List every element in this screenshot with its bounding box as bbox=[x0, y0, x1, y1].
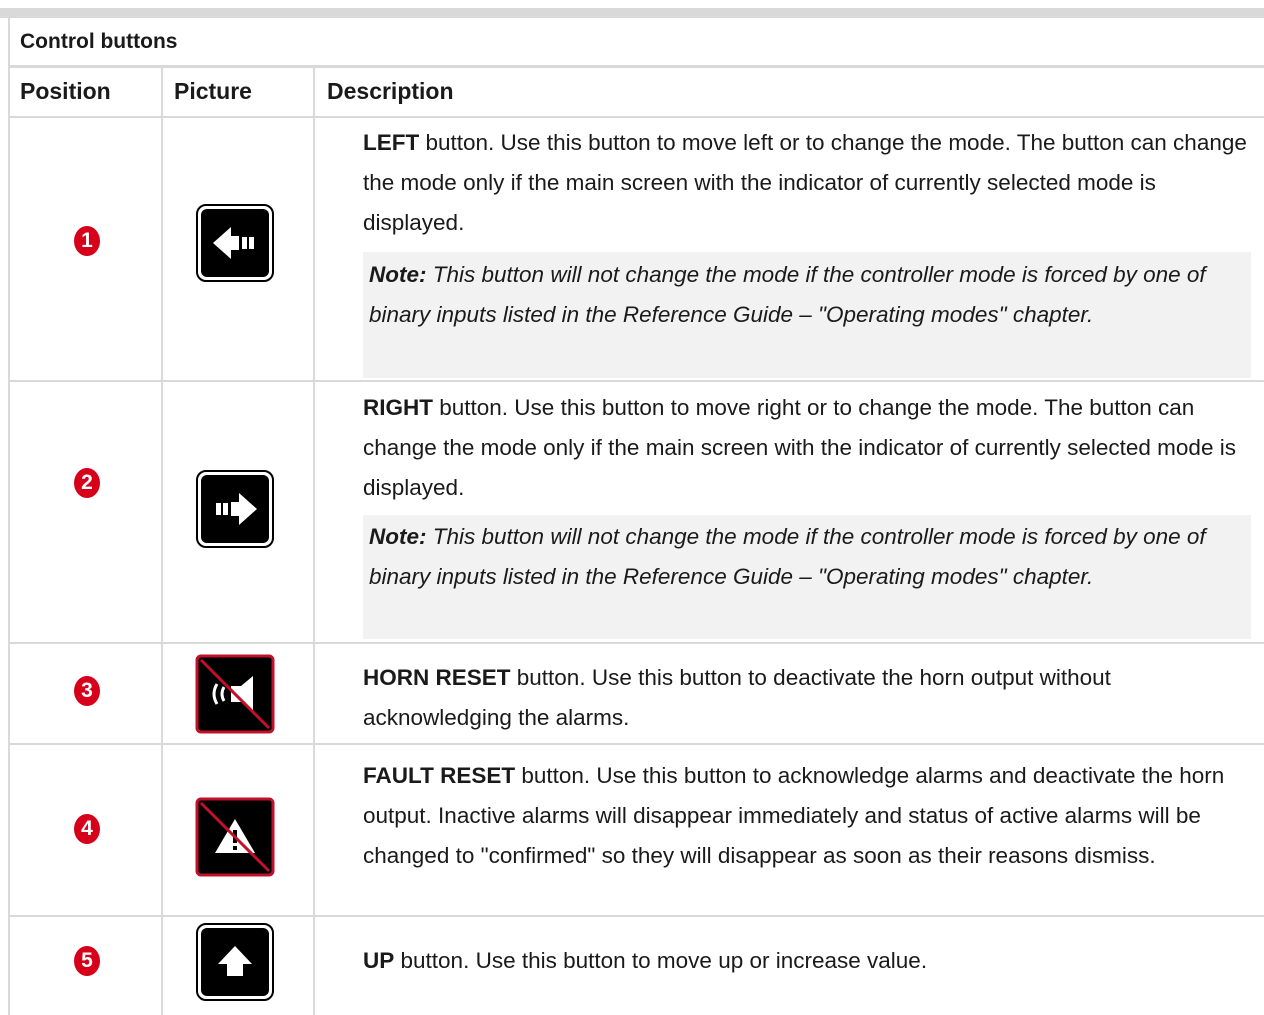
note-text: This button will not change the mode if … bbox=[369, 524, 1206, 589]
header-picture: Picture bbox=[174, 78, 252, 104]
fault-reset-icon bbox=[195, 797, 275, 882]
divider bbox=[8, 380, 1264, 382]
right-arrow-button-icon bbox=[195, 469, 275, 554]
header-position: Position bbox=[20, 78, 111, 104]
row-description: RIGHT button. Use this button to move ri… bbox=[363, 388, 1253, 508]
position-badge: 1 bbox=[74, 226, 100, 256]
column-divider bbox=[161, 68, 163, 1015]
divider bbox=[8, 65, 1264, 68]
table-caption: Control buttons bbox=[20, 30, 178, 53]
row-description: LEFT button. Use this button to move lef… bbox=[363, 123, 1253, 243]
up-arrow-button-icon bbox=[195, 922, 275, 1007]
description-text: button. Use this button to move left or … bbox=[363, 130, 1247, 235]
divider bbox=[8, 642, 1264, 644]
position-badge: 2 bbox=[74, 468, 100, 498]
divider bbox=[8, 743, 1264, 745]
button-name: RIGHT bbox=[363, 395, 433, 420]
divider bbox=[8, 116, 1264, 118]
position-badge: 4 bbox=[74, 814, 100, 844]
button-name: LEFT bbox=[363, 130, 420, 155]
description-text: button. Use this button to move up or in… bbox=[394, 948, 928, 973]
divider bbox=[8, 915, 1264, 917]
column-divider bbox=[313, 68, 315, 1015]
note-text: This button will not change the mode if … bbox=[369, 262, 1206, 327]
description-text: button. Use this button to move right or… bbox=[363, 395, 1236, 500]
row-description: FAULT RESET button. Use this button to a… bbox=[363, 756, 1253, 876]
button-name: FAULT RESET bbox=[363, 763, 516, 788]
button-name: HORN RESET bbox=[363, 665, 511, 690]
note-label: Note: bbox=[369, 262, 427, 287]
left-arrow-button-icon bbox=[195, 203, 275, 288]
position-badge: 3 bbox=[74, 676, 100, 706]
note-box: Note: This button will not change the mo… bbox=[363, 252, 1251, 378]
note-label: Note: bbox=[369, 524, 427, 549]
header-description: Description bbox=[327, 78, 454, 104]
note-box: Note: This button will not change the mo… bbox=[363, 515, 1251, 639]
button-name: UP bbox=[363, 948, 395, 973]
horn-reset-icon bbox=[195, 654, 275, 739]
row-description: UP button. Use this button to move up or… bbox=[363, 941, 1253, 981]
position-badge: 5 bbox=[74, 946, 100, 976]
row-description: HORN RESET button. Use this button to de… bbox=[363, 658, 1253, 738]
table-top-border bbox=[0, 8, 1264, 18]
